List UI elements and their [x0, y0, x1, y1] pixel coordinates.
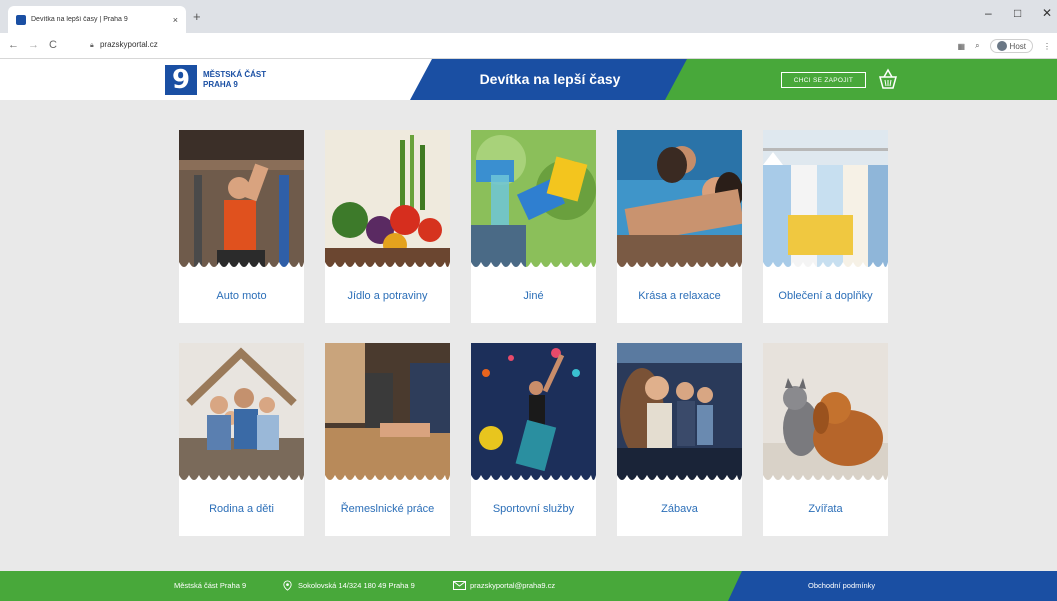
- category-card-auto-moto[interactable]: Auto moto: [179, 130, 304, 323]
- scallop-edge: [471, 475, 596, 485]
- reload-icon[interactable]: C: [49, 39, 57, 51]
- scallop-edge: [325, 475, 450, 485]
- minimize-button[interactable]: –: [985, 6, 992, 20]
- category-card-clothes[interactable]: Oblečení a doplňky: [763, 130, 888, 323]
- address-bar: ← → C 🔒︎ prazskyportal.cz ▦ ⌕ Host ⋮: [0, 33, 1057, 59]
- scallop-edge: [179, 262, 304, 272]
- url-field[interactable]: 🔒︎ prazskyportal.cz: [90, 40, 158, 50]
- envelope-icon: [453, 581, 466, 590]
- category-card-food[interactable]: Jídlo a potraviny: [325, 130, 450, 323]
- site-title: Devítka na lepší časy: [479, 71, 621, 87]
- category-label: Zábava: [661, 503, 698, 515]
- footer-email-link[interactable]: prazskyportal@praha9.cz: [470, 581, 555, 590]
- location-pin-icon: [283, 580, 292, 591]
- scallop-edge: [763, 262, 888, 272]
- translate-icon[interactable]: ▦: [958, 42, 966, 51]
- browser-tab-bar: Devítka na lepší časy | Praha 9 × + – □ …: [0, 0, 1057, 33]
- logo-line2: PRAHA 9: [203, 80, 238, 89]
- category-card-other[interactable]: Jiné: [471, 130, 596, 323]
- tab-close-icon[interactable]: ×: [173, 15, 178, 25]
- category-card-crafts[interactable]: Řemeslnické práce: [325, 343, 450, 536]
- category-label: Jiné: [523, 290, 544, 302]
- favicon-icon: [16, 14, 26, 25]
- family-photo: [179, 343, 304, 483]
- scallop-edge: [763, 475, 888, 485]
- category-label: Auto moto: [216, 290, 267, 302]
- back-icon[interactable]: ←: [8, 39, 19, 51]
- terms-link[interactable]: Obchodní podmínky: [808, 581, 875, 590]
- category-card-beauty[interactable]: Krása a relaxace: [617, 130, 742, 323]
- cinema-photo: [617, 343, 742, 483]
- scallop-edge: [471, 262, 596, 272]
- scallop-edge: [325, 262, 450, 272]
- logo-digit: 9: [165, 65, 197, 95]
- cat-dog-photo: [763, 343, 888, 483]
- site-footer: Městská část Praha 9 Sokolovská 14/324 1…: [0, 571, 1057, 601]
- category-label: Rodina a děti: [209, 503, 274, 515]
- profile-label: Host: [1009, 41, 1026, 51]
- scallop-edge: [179, 475, 304, 485]
- scallop-edge: [617, 262, 742, 272]
- climbing-photo: [471, 343, 596, 483]
- clothes-rack-photo: [763, 130, 888, 270]
- footer-blue-band: [728, 571, 1057, 601]
- logo-line1: MĚSTSKÁ ČÁST: [203, 70, 267, 79]
- new-tab-button[interactable]: +: [193, 9, 201, 24]
- category-label: Oblečení a doplňky: [778, 290, 873, 302]
- category-card-entertainment[interactable]: Zábava: [617, 343, 742, 536]
- category-label: Zvířata: [808, 503, 843, 515]
- footer-org: Městská část Praha 9: [174, 581, 247, 590]
- site-header: 9 MĚSTSKÁ ČÁST PRAHA 9 Devítka na lepší …: [0, 59, 1057, 100]
- basket-icon[interactable]: [876, 67, 900, 91]
- profile-icon: [996, 41, 1007, 51]
- forward-icon[interactable]: →: [28, 39, 39, 51]
- profile-button[interactable]: Host: [989, 39, 1033, 53]
- menu-icon[interactable]: ⋮: [1043, 42, 1051, 51]
- category-label: Krása a relaxace: [638, 290, 721, 302]
- category-card-animals[interactable]: Zvířata: [763, 343, 888, 536]
- mechanic-photo: [179, 130, 304, 270]
- lock-icon: 🔒︎: [90, 42, 94, 49]
- join-button[interactable]: CHCI SE ZAPOJIT: [781, 72, 866, 88]
- vegetables-photo: [325, 130, 450, 270]
- browser-tab[interactable]: Devítka na lepší časy | Praha 9 ×: [8, 6, 186, 33]
- category-label: Řemeslnické práce: [340, 503, 435, 515]
- category-label: Sportovní služby: [492, 503, 575, 515]
- category-card-sports[interactable]: Sportovní služby: [471, 343, 596, 536]
- tab-title: Devítka na lepší časy | Praha 9: [31, 16, 128, 23]
- carpentry-photo: [325, 343, 450, 483]
- zoom-icon[interactable]: ⌕: [975, 41, 979, 51]
- category-label: Jídlo a potraviny: [347, 290, 428, 302]
- maximize-button[interactable]: □: [1014, 6, 1021, 20]
- scallop-edge: [617, 475, 742, 485]
- praha9-logo[interactable]: 9 MĚSTSKÁ ČÁST PRAHA 9: [165, 65, 266, 95]
- close-window-button[interactable]: ✕: [1042, 6, 1052, 20]
- url-text: prazskyportal.cz: [99, 40, 158, 49]
- pool-relax-photo: [617, 130, 742, 270]
- category-card-family[interactable]: Rodina a děti: [179, 343, 304, 536]
- cleaning-photo: [471, 130, 596, 270]
- footer-address: Sokolovská 14/324 180 49 Praha 9: [298, 581, 415, 590]
